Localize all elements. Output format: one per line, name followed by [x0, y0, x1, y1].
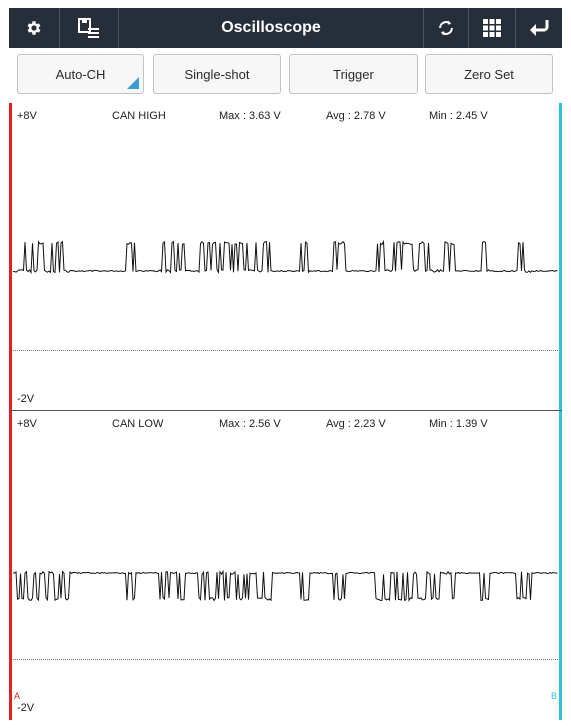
zero-set-label: Zero Set: [464, 66, 514, 82]
refresh-icon: [439, 20, 453, 36]
ch1-top-scale: +8V: [17, 110, 37, 122]
ch2-bottom-scale: -2V: [17, 702, 35, 714]
single-shot-button[interactable]: Single-shot: [153, 54, 281, 94]
single-shot-label: Single-shot: [184, 66, 250, 82]
trigger-label: Trigger: [333, 66, 374, 82]
page-title: Oscilloscope: [221, 19, 321, 36]
ch1-max: Max : 3.63 V: [219, 110, 281, 122]
save-list-icon: [78, 18, 99, 38]
panel-divider: [9, 410, 562, 411]
ch2-top-scale: +8V: [17, 418, 37, 430]
can-high-waveform: [13, 239, 558, 275]
marker-a: A: [14, 691, 21, 701]
marker-b: B: [550, 691, 557, 701]
ch1-min: Min : 2.45 V: [429, 110, 488, 122]
auto-ch-button[interactable]: Auto-CH: [17, 54, 144, 94]
can-low-waveform: [12, 569, 558, 602]
auto-ch-label: Auto-CH: [55, 66, 106, 82]
zero-set-button[interactable]: Zero Set: [425, 54, 553, 94]
ch2-zero-line: [13, 659, 558, 660]
top-bar: Oscilloscope: [9, 8, 562, 48]
channel-a-cursor[interactable]: [9, 103, 12, 720]
ch1-avg: Avg : 2.78 V: [326, 110, 386, 122]
oscilloscope-display[interactable]: +8V CAN HIGH Max : 3.63 V Avg : 2.78 V M…: [9, 103, 562, 720]
grid-icon: [483, 19, 501, 37]
ch1-zero-line: [13, 350, 558, 351]
ch2-avg: Avg : 2.23 V: [326, 418, 386, 430]
save-button[interactable]: [60, 8, 118, 48]
ch1-name: CAN HIGH: [112, 110, 166, 122]
grid-button[interactable]: [469, 8, 515, 48]
ch1-bottom-scale: -2V: [17, 393, 35, 405]
trigger-button[interactable]: Trigger: [289, 54, 418, 94]
dropdown-corner-icon: [127, 77, 139, 89]
ch2-name: CAN LOW: [112, 418, 164, 430]
refresh-button[interactable]: [424, 8, 468, 48]
settings-button[interactable]: [9, 8, 59, 48]
channel-b-cursor[interactable]: [559, 103, 562, 720]
action-toolbar: Auto-CH Single-shot Trigger Zero Set: [9, 48, 562, 104]
back-icon: [530, 20, 549, 36]
gear-icon: [27, 21, 41, 35]
back-button[interactable]: [516, 8, 562, 48]
ch2-max: Max : 2.56 V: [219, 418, 281, 430]
ch2-min: Min : 1.39 V: [429, 418, 488, 430]
